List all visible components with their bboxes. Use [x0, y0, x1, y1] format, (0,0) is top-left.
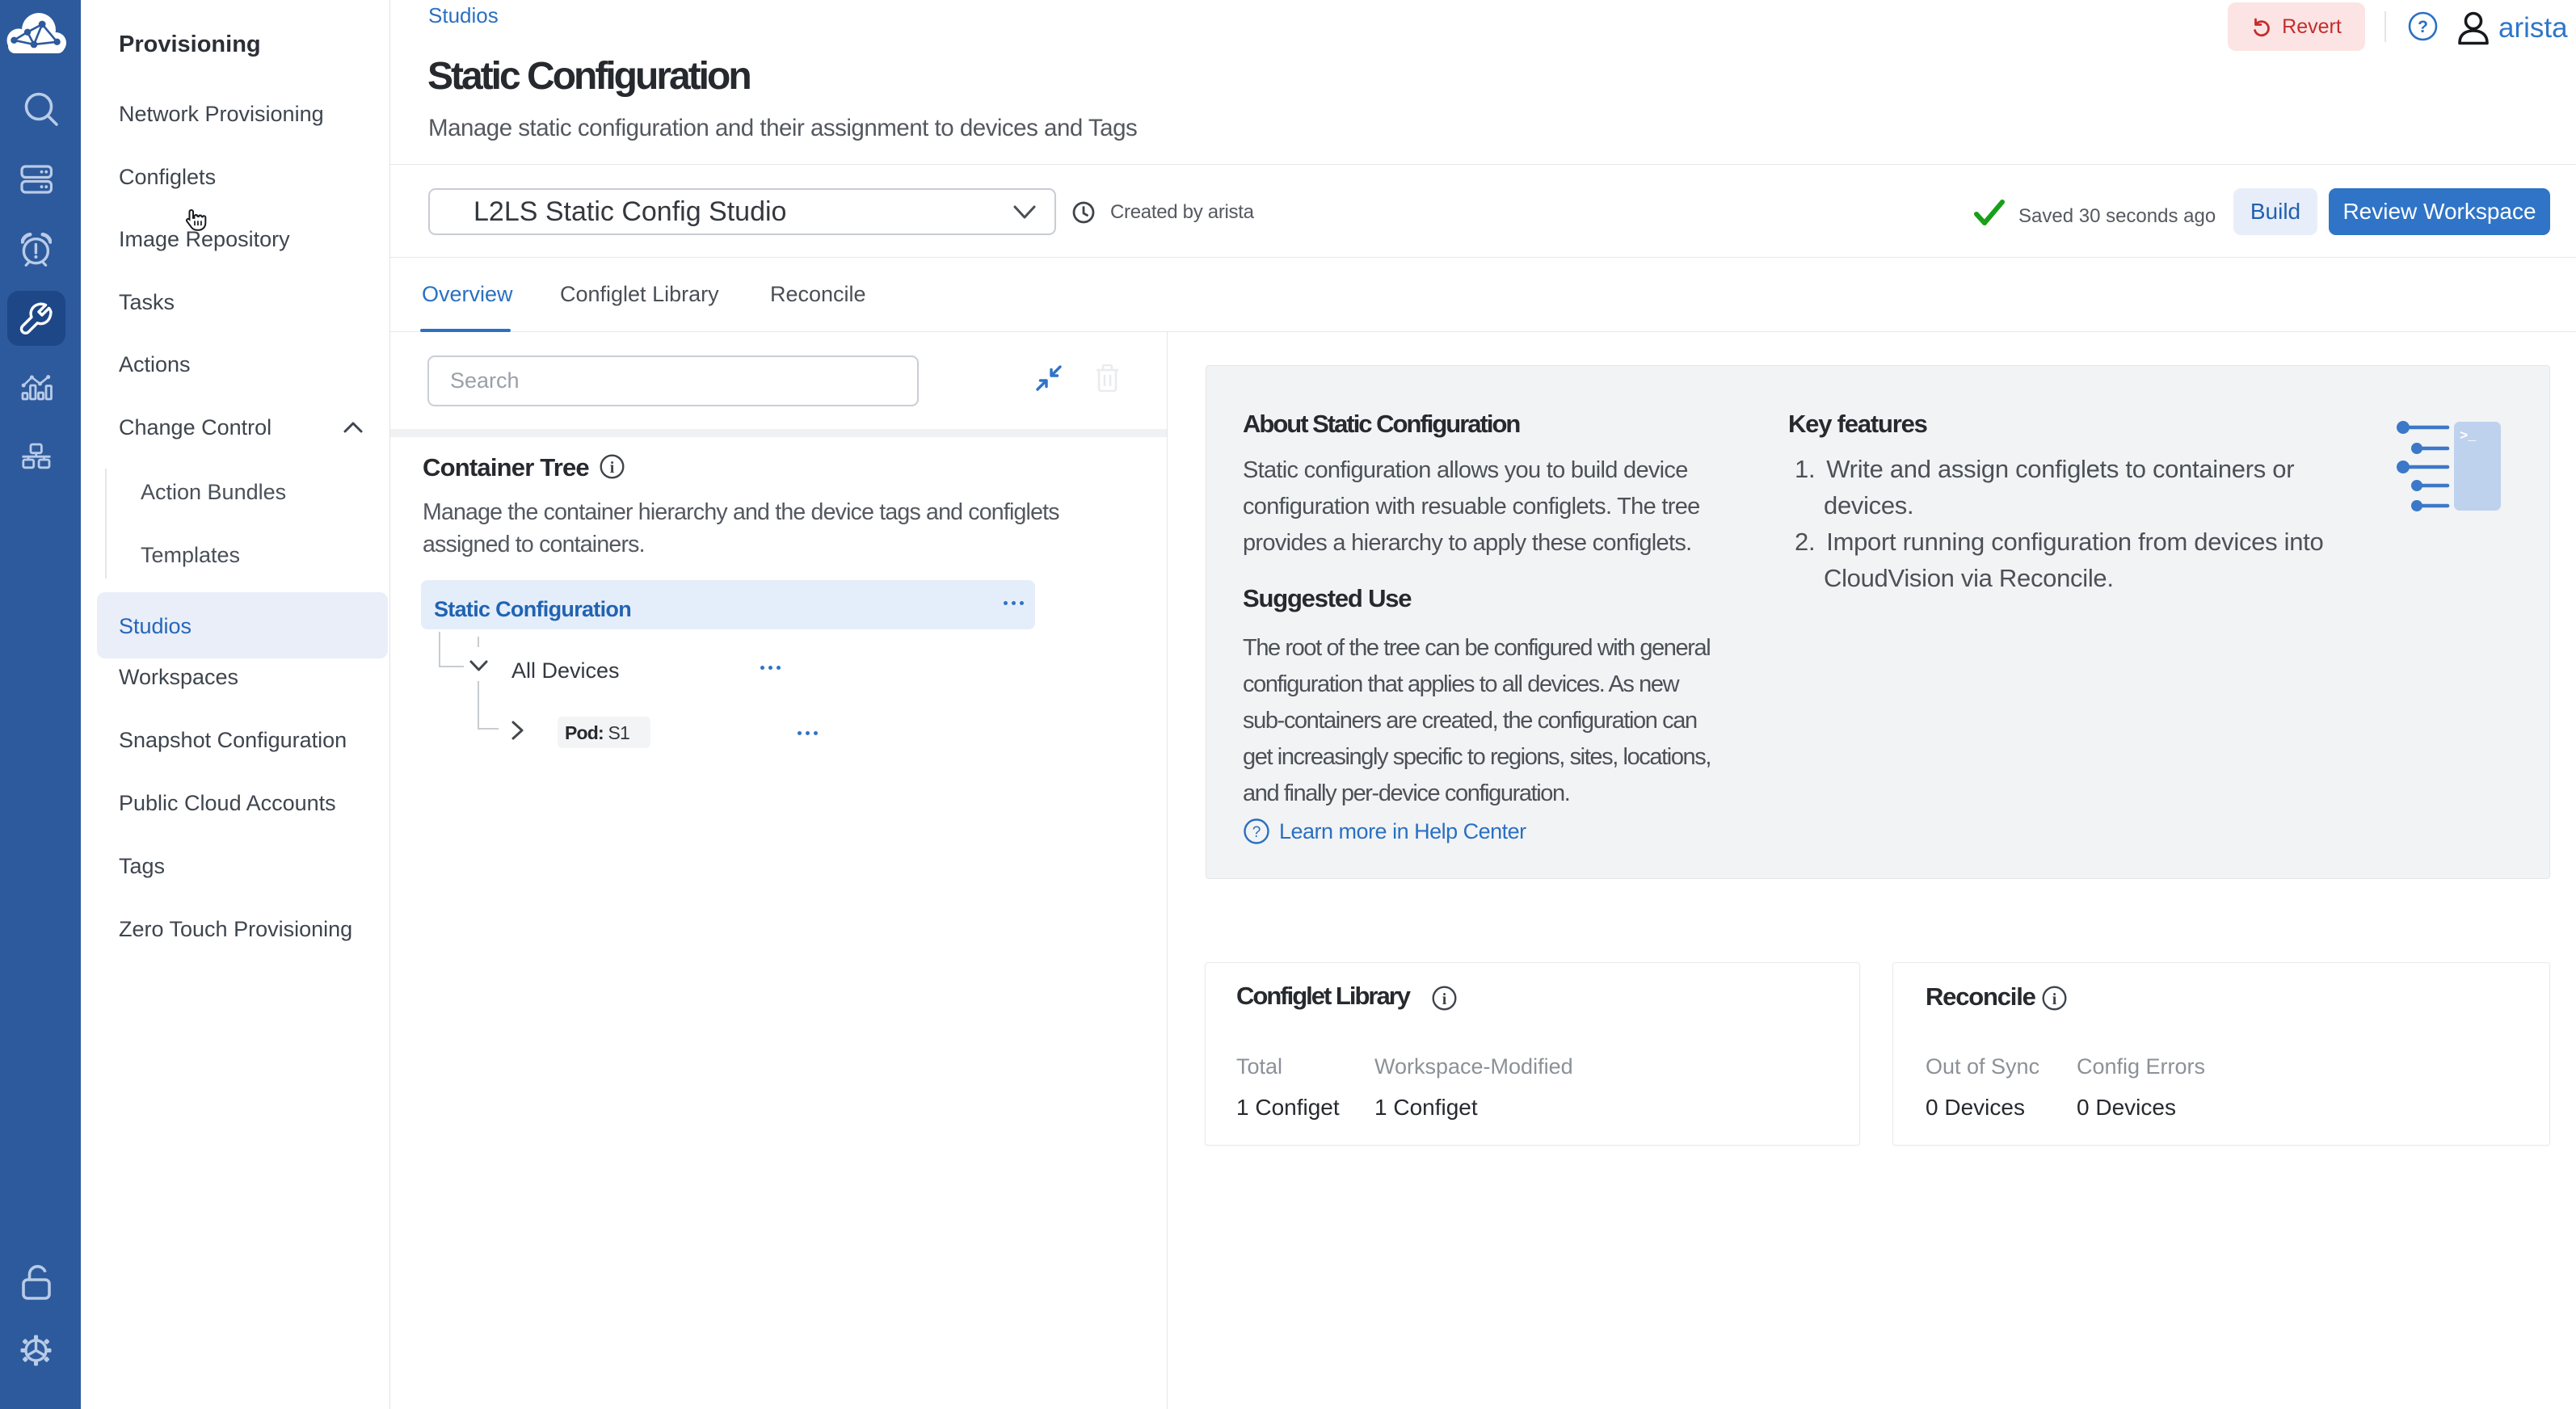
svg-text:?: ?	[2418, 18, 2428, 36]
svg-text:?: ?	[1252, 824, 1261, 841]
svg-text:>_: >_	[2460, 429, 2477, 444]
svg-text:i: i	[2052, 991, 2057, 1008]
svg-text:i: i	[610, 459, 615, 477]
svg-text:i: i	[1442, 991, 1447, 1008]
